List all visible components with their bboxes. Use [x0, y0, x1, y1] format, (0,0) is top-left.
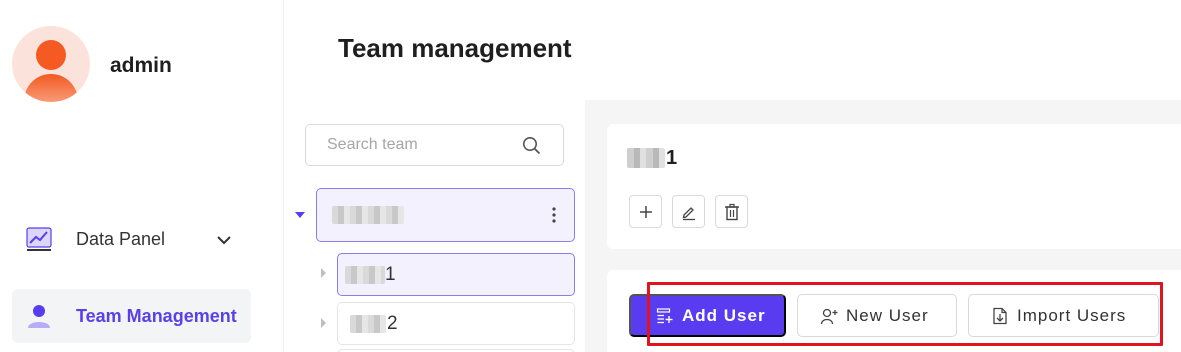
avatar-body — [24, 74, 78, 102]
add-icon — [639, 205, 652, 218]
username: admin — [110, 54, 172, 77]
edit-icon — [682, 206, 695, 220]
search-icon[interactable] — [522, 136, 541, 155]
avatar-head — [36, 40, 66, 70]
team-name: 1 — [666, 147, 678, 169]
sidebar: admin Data Panel Team Management — [0, 0, 284, 352]
tree-node-child[interactable]: 1 — [337, 253, 575, 296]
search-input[interactable] — [307, 126, 517, 164]
delete-team-button[interactable] — [715, 195, 748, 228]
sidebar-item-label: Data Panel — [76, 228, 166, 249]
sidebar-item-data-panel[interactable]: Data Panel — [12, 212, 251, 266]
edit-team-button[interactable] — [672, 195, 705, 228]
page-title: Team management — [338, 33, 572, 63]
redacted-team-name — [332, 206, 404, 224]
caret-right-icon[interactable] — [318, 318, 328, 328]
caret-right-icon[interactable] — [318, 268, 328, 278]
more-vertical-icon[interactable] — [550, 205, 558, 225]
redacted-team-name — [350, 315, 386, 333]
sidebar-item-team-management[interactable]: Team Management — [12, 289, 251, 343]
user-icon — [28, 305, 50, 328]
delete-icon — [724, 203, 739, 220]
add-subteam-button[interactable] — [629, 195, 662, 228]
team-search — [305, 124, 564, 166]
tree-node-root[interactable] — [316, 188, 575, 242]
team-info-card — [607, 124, 1181, 249]
avatar[interactable] — [12, 26, 90, 102]
tree-node-child[interactable]: 2 — [337, 302, 575, 345]
highlight-box — [647, 282, 1163, 346]
redacted-team-name — [627, 148, 665, 168]
sidebar-item-label: Team Management — [76, 305, 237, 326]
caret-down-icon[interactable] — [295, 210, 305, 220]
chevron-down-icon[interactable] — [213, 229, 235, 251]
redacted-team-name — [345, 266, 385, 284]
chart-icon — [26, 227, 52, 251]
